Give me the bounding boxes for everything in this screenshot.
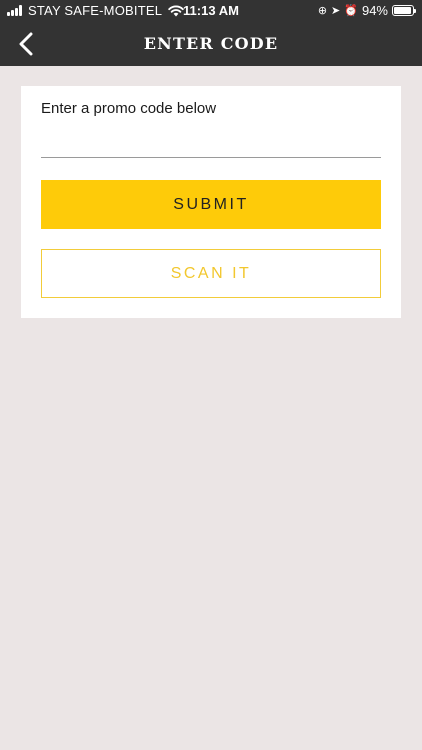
promo-card: Enter a promo code below SUBMIT SCAN IT xyxy=(21,86,401,318)
app-header: STAY SAFE-MOBITEL 11:13 AM ⊕ ➤ ⏰ 94% ENT… xyxy=(0,0,422,66)
battery-fill xyxy=(394,7,411,14)
alarm-icon: ⏰ xyxy=(344,5,358,17)
status-right: ⊕ ➤ ⏰ 94% xyxy=(317,3,416,18)
nav-bar: ENTER CODE xyxy=(0,22,422,66)
orientation-lock-icon: ⊕ xyxy=(317,5,328,17)
location-arrow-icon: ➤ xyxy=(331,5,341,17)
submit-button[interactable]: SUBMIT xyxy=(41,180,381,229)
promo-prompt-label: Enter a promo code below xyxy=(41,100,217,117)
battery-percent: 94% xyxy=(361,3,388,18)
promo-code-input[interactable] xyxy=(41,128,381,158)
page-title: ENTER CODE xyxy=(143,34,279,53)
battery-icon xyxy=(392,5,416,16)
scan-it-button[interactable]: SCAN IT xyxy=(41,249,381,298)
status-bar: STAY SAFE-MOBITEL 11:13 AM ⊕ ➤ ⏰ 94% xyxy=(0,0,422,22)
